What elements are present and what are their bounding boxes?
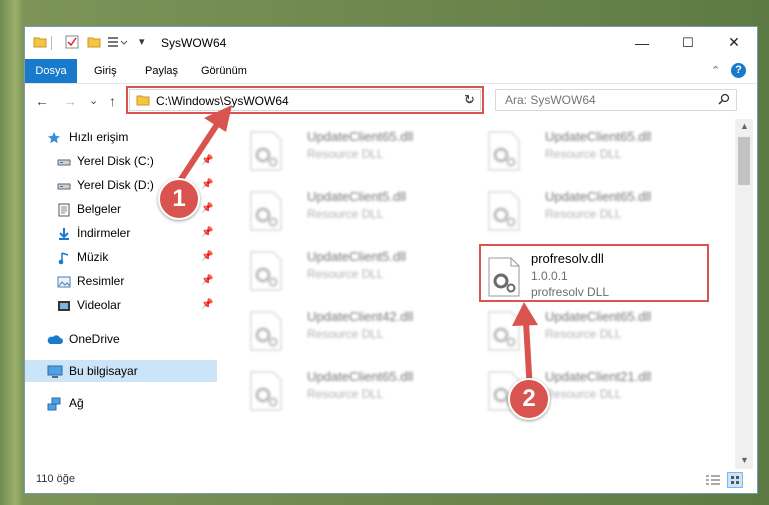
arrow-2-head <box>512 302 538 326</box>
step-1-badge: 1 <box>158 178 200 220</box>
annotation-arrows <box>169 105 538 395</box>
step-2-badge: 2 <box>508 378 550 420</box>
